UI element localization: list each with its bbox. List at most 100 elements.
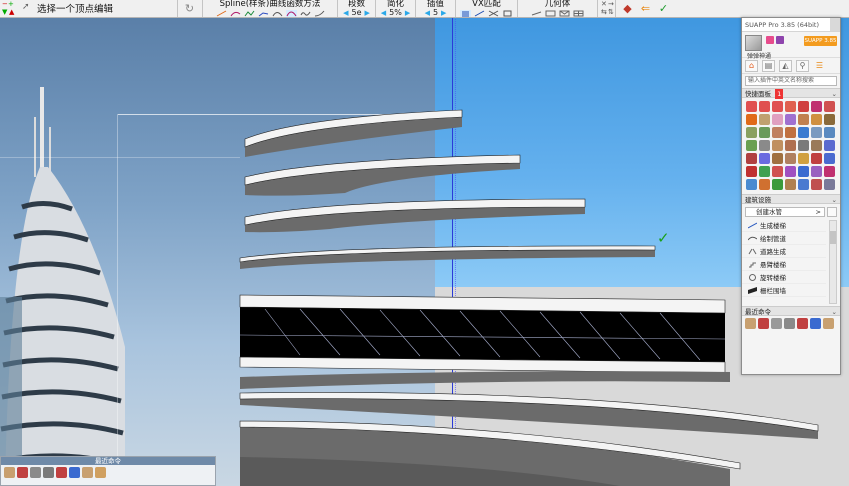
- vx-box-icon[interactable]: [502, 10, 513, 17]
- tool-icon[interactable]: [759, 140, 770, 151]
- tool-icon[interactable]: [746, 114, 757, 125]
- refresh-icon[interactable]: ↻: [182, 1, 197, 16]
- tool-icon[interactable]: [811, 140, 822, 151]
- tool-icon[interactable]: [746, 101, 757, 112]
- category-dropdown[interactable]: 创建水管 >: [745, 206, 837, 217]
- undo-x-icon[interactable]: ✕: [601, 1, 607, 8]
- geometry-grid-icon[interactable]: [573, 10, 584, 17]
- tool-icon[interactable]: [785, 140, 796, 151]
- vx-cross-icon[interactable]: [488, 10, 499, 17]
- tool-icon[interactable]: [759, 153, 770, 164]
- tool-icon[interactable]: [811, 101, 822, 112]
- decrease-icon[interactable]: ◀: [343, 9, 348, 17]
- tool-icon[interactable]: [798, 179, 809, 190]
- spline-line-icon[interactable]: [216, 10, 227, 17]
- decrease-icon[interactable]: ◀: [381, 9, 386, 17]
- recent-tool-icon[interactable]: [17, 467, 28, 478]
- vx-list-icon[interactable]: [460, 9, 471, 17]
- tool-icon[interactable]: [824, 179, 835, 190]
- tool-icon[interactable]: [759, 114, 770, 125]
- flip-icon[interactable]: ⇅: [608, 9, 614, 16]
- tool-icon[interactable]: [824, 114, 835, 125]
- pink-badge-icon[interactable]: [766, 36, 774, 44]
- spline-curve-icon[interactable]: [230, 10, 241, 17]
- tool-icon[interactable]: [772, 153, 783, 164]
- tool-icon[interactable]: [785, 101, 796, 112]
- minus-icon[interactable]: −: [2, 1, 8, 8]
- tool-icon[interactable]: [746, 179, 757, 190]
- plus-icon[interactable]: +: [8, 1, 14, 8]
- tool-icon[interactable]: [746, 153, 757, 164]
- tool-icon[interactable]: [759, 166, 770, 177]
- increase-icon[interactable]: ▶: [441, 9, 446, 17]
- list-item[interactable]: 道路生成: [742, 245, 826, 258]
- spline-zigzag-icon[interactable]: [244, 10, 255, 17]
- spline-smooth-icon[interactable]: [314, 10, 325, 17]
- recent-tool-icon[interactable]: [4, 467, 15, 478]
- tool-icon[interactable]: [824, 127, 835, 138]
- tool-icon[interactable]: [759, 101, 770, 112]
- recent-tool-icon[interactable]: [745, 318, 756, 329]
- close-icon[interactable]: [830, 18, 840, 31]
- recent-tool-icon[interactable]: [69, 467, 80, 478]
- chevron-down-icon[interactable]: ⌄: [832, 307, 837, 317]
- recent-tool-icon[interactable]: [797, 318, 808, 329]
- tool-icon[interactable]: [811, 127, 822, 138]
- recent-commands-header[interactable]: 最近命令 ⌄: [742, 306, 840, 316]
- up-triangle-icon[interactable]: ▲: [9, 9, 14, 16]
- spline-bezier-icon[interactable]: [285, 9, 297, 17]
- apply-check-icon[interactable]: ✓: [656, 1, 671, 16]
- tool-icon[interactable]: [759, 127, 770, 138]
- spline-arc-icon[interactable]: [272, 10, 283, 17]
- paint-bucket-icon[interactable]: ◭: [779, 59, 792, 72]
- list-item[interactable]: 绘制管道: [742, 232, 826, 245]
- geometry-rect-icon[interactable]: [545, 10, 556, 17]
- list-item[interactable]: 悬臂楼梯: [742, 258, 826, 271]
- recent-tool-icon[interactable]: [56, 467, 67, 478]
- recent-tool-icon[interactable]: [784, 318, 795, 329]
- tool-icon[interactable]: [811, 114, 822, 125]
- geometry-mail-icon[interactable]: [559, 10, 570, 17]
- simplify-value[interactable]: 5%: [389, 9, 402, 17]
- tool-icon[interactable]: [772, 179, 783, 190]
- recent-tool-icon[interactable]: [823, 318, 834, 329]
- tool-icon[interactable]: [785, 127, 796, 138]
- decrease-icon[interactable]: ◀: [425, 9, 430, 17]
- tool-icon[interactable]: [772, 127, 783, 138]
- vx-diagonal-icon[interactable]: [474, 10, 485, 17]
- recent-tool-icon[interactable]: [82, 467, 93, 478]
- tool-icon[interactable]: [811, 179, 822, 190]
- pro-button[interactable]: SUAPP 3.85: [804, 36, 837, 46]
- modeling-viewport[interactable]: ✓: [0, 17, 849, 486]
- spline-polyline-icon[interactable]: [258, 10, 269, 17]
- recent-tool-icon[interactable]: [30, 467, 41, 478]
- avatar[interactable]: [745, 35, 762, 51]
- back-icon[interactable]: ⇐: [638, 1, 653, 16]
- building-section-header[interactable]: 建筑设施 ⌄: [742, 194, 840, 204]
- tool-icon[interactable]: [798, 166, 809, 177]
- redo-icon[interactable]: →: [608, 1, 614, 8]
- tool-icon[interactable]: [759, 179, 770, 190]
- tool-icon[interactable]: [772, 140, 783, 151]
- tool-icon[interactable]: [772, 101, 783, 112]
- tool-icon[interactable]: [746, 127, 757, 138]
- recent-tool-icon[interactable]: [43, 467, 54, 478]
- segments-value[interactable]: 5e: [351, 9, 361, 17]
- chevron-down-icon[interactable]: ⌄: [832, 89, 837, 99]
- tool-icon[interactable]: [785, 153, 796, 164]
- recent-tool-icon[interactable]: [758, 318, 769, 329]
- model-floor-slabs[interactable]: [0, 17, 849, 486]
- tool-icon[interactable]: [772, 166, 783, 177]
- tool-icon[interactable]: [785, 114, 796, 125]
- list-item[interactable]: 生成楼梯: [742, 219, 826, 232]
- tool-icon[interactable]: [785, 179, 796, 190]
- tool-icon[interactable]: [824, 166, 835, 177]
- list-item[interactable]: 栅栏围墙: [742, 284, 826, 297]
- tool-icon[interactable]: [785, 166, 796, 177]
- tool-icon[interactable]: [824, 140, 835, 151]
- panel-icon[interactable]: ▤: [762, 59, 775, 72]
- tool-icon[interactable]: [798, 140, 809, 151]
- geometry-line-icon[interactable]: [531, 10, 542, 17]
- tool-icon[interactable]: [772, 114, 783, 125]
- tool-icon[interactable]: [824, 101, 835, 112]
